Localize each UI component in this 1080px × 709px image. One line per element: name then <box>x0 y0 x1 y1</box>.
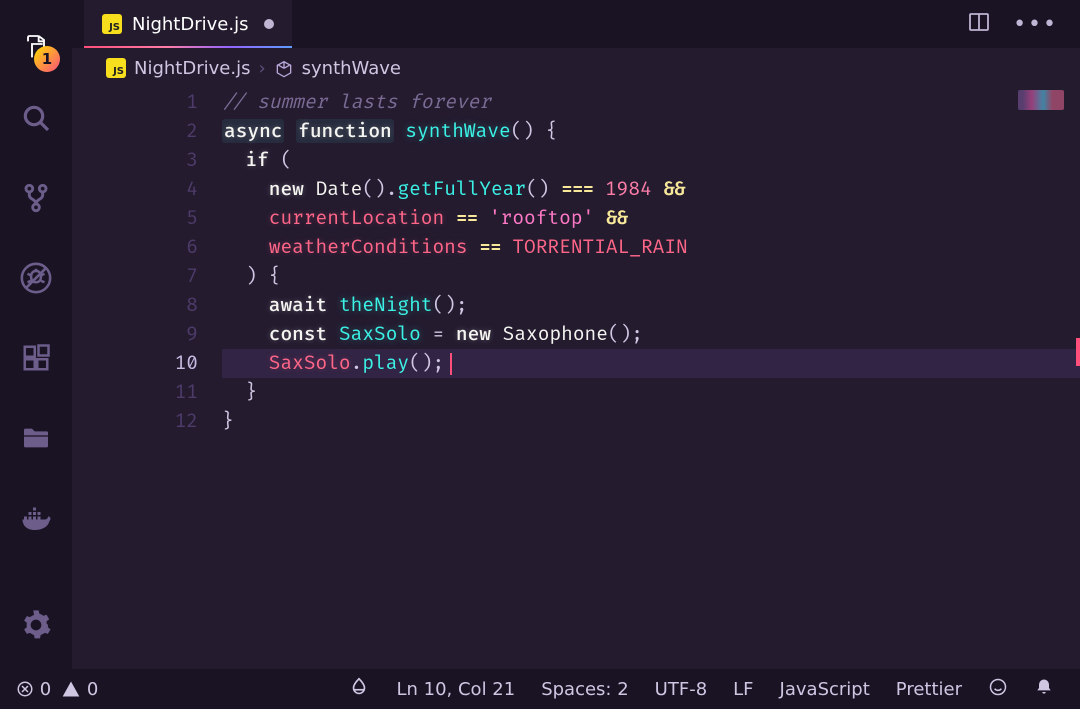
editor-tab[interactable]: JS NightDrive.js <box>84 0 292 48</box>
settings-gear-icon[interactable] <box>0 595 72 655</box>
source-control-icon[interactable] <box>0 158 72 238</box>
code-area[interactable]: // summer lasts forever async function s… <box>222 88 1080 669</box>
debug-icon[interactable] <box>0 238 72 318</box>
symbol-method-icon <box>274 60 294 80</box>
extensions-icon[interactable] <box>0 318 72 398</box>
formatter[interactable]: Prettier <box>896 679 962 700</box>
text-cursor <box>450 353 452 375</box>
code-editor[interactable]: 1 2 3 4 5 6 7 8 9 10 11 12 // summer las… <box>72 88 1080 669</box>
chevron-right-icon: › <box>258 58 265 79</box>
split-editor-icon[interactable] <box>967 10 991 38</box>
warnings-indicator[interactable]: 0 <box>61 679 98 700</box>
indentation[interactable]: Spaces: 2 <box>541 679 628 700</box>
eol[interactable]: LF <box>733 679 753 700</box>
line-gutter: 1 2 3 4 5 6 7 8 9 10 11 12 <box>72 88 222 669</box>
explorer-badge: 1 <box>34 46 60 72</box>
language-mode[interactable]: JavaScript <box>780 679 870 700</box>
feedback-icon[interactable] <box>988 677 1008 702</box>
breadcrumb-symbol[interactable]: synthWave <box>302 58 401 79</box>
minimap[interactable] <box>1018 90 1064 110</box>
breadcrumb-file[interactable]: NightDrive.js <box>134 58 250 79</box>
errors-indicator[interactable]: 0 <box>16 679 51 700</box>
js-file-icon: JS <box>102 14 122 34</box>
more-actions-icon[interactable]: ••• <box>1013 12 1058 37</box>
unsaved-indicator-icon <box>264 19 274 29</box>
tab-filename: NightDrive.js <box>132 14 248 35</box>
breadcrumb[interactable]: JS NightDrive.js › synthWave <box>72 48 1080 88</box>
js-file-icon: JS <box>106 58 126 78</box>
explorer-icon[interactable]: 1 <box>0 18 72 78</box>
search-icon[interactable] <box>0 78 72 158</box>
color-picker-icon[interactable] <box>348 676 370 703</box>
encoding[interactable]: UTF-8 <box>655 679 707 700</box>
status-bar: 0 0 Ln 10, Col 21 Spaces: 2 UTF-8 LF Jav… <box>0 669 1080 709</box>
notifications-icon[interactable] <box>1034 677 1054 702</box>
cursor-position[interactable]: Ln 10, Col 21 <box>396 679 515 700</box>
docker-icon[interactable] <box>0 478 72 558</box>
scrollbar-marker <box>1076 338 1080 366</box>
folder-icon[interactable] <box>0 398 72 478</box>
